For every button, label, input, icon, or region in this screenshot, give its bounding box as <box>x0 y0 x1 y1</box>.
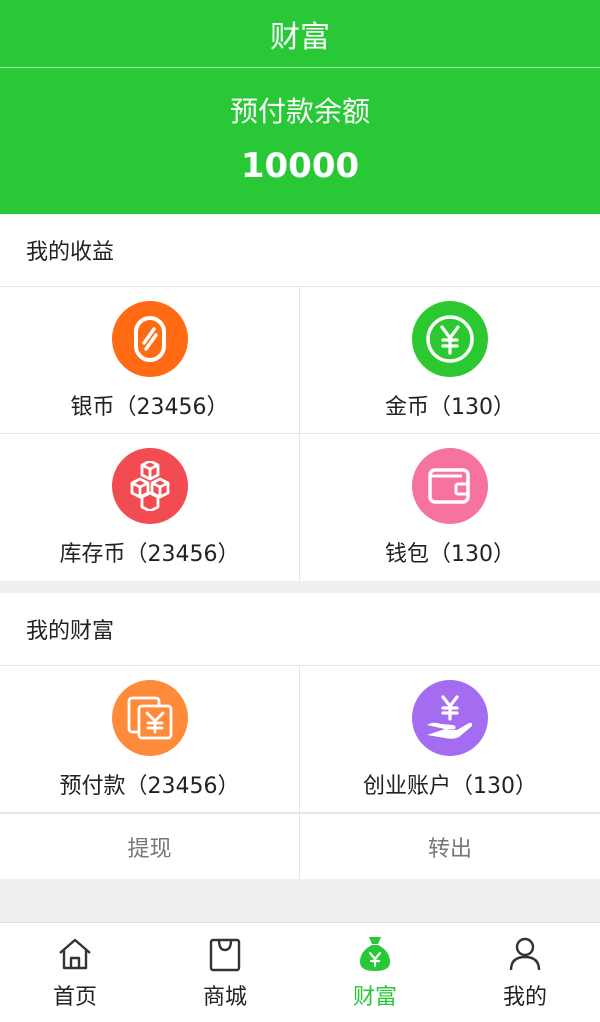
shopping-bag-icon <box>206 935 244 973</box>
bottom-tab-bar: 首页 商城 财富 我的 <box>0 922 600 1022</box>
withdraw-button[interactable]: 提现 <box>0 814 300 879</box>
tab-mine-label: 我的 <box>502 985 547 1010</box>
wallet-label: 钱包（130） <box>385 542 515 567</box>
tab-mall[interactable]: 商城 <box>150 923 300 1022</box>
wealth-section: 我的财富 预付款（23456） 创业账户（130） 提现 转出 <box>0 593 600 879</box>
tab-wealth-label: 财富 <box>352 985 397 1010</box>
prepayment-icon <box>111 680 188 756</box>
wealth-actions: 提现 转出 <box>0 813 600 879</box>
stock-coin-item[interactable]: 库存币（23456） <box>0 434 300 581</box>
stock-boxes-icon <box>111 448 188 524</box>
gold-coin-item[interactable]: 金币（130） <box>300 287 600 434</box>
wealth-page: 财富 预付款余额 10000 我的收益 银币（23456） 金币（130） 库存… <box>0 0 600 1022</box>
transfer-out-button[interactable]: 转出 <box>300 814 600 879</box>
hand-yen-icon <box>412 680 488 756</box>
user-icon <box>506 935 544 973</box>
wealth-title: 我的财富 <box>0 593 600 666</box>
tab-mine[interactable]: 我的 <box>450 923 600 1022</box>
tab-home[interactable]: 首页 <box>0 923 150 1022</box>
tab-wealth[interactable]: 财富 <box>300 923 450 1022</box>
earnings-title: 我的收益 <box>0 214 600 287</box>
startup-account-label: 创业账户（130） <box>363 774 537 799</box>
balance-label: 预付款余额 <box>229 95 370 128</box>
app-header: 财富 <box>0 0 600 68</box>
balance-amount: 10000 <box>240 146 360 186</box>
silver-coin-item[interactable]: 银币（23456） <box>0 287 300 434</box>
money-bag-icon <box>356 935 394 973</box>
page-title: 财富 <box>270 19 330 55</box>
balance-panel: 预付款余额 10000 <box>0 68 600 214</box>
silver-coin-label: 银币（23456） <box>70 395 229 420</box>
gold-coin-yen-icon <box>412 301 488 377</box>
section-divider <box>0 581 600 593</box>
gold-coin-label: 金币（130） <box>385 395 515 420</box>
earnings-section: 我的收益 银币（23456） 金币（130） 库存币（23456） 钱包（130… <box>0 214 600 581</box>
tab-home-label: 首页 <box>52 985 97 1010</box>
prepayment-item[interactable]: 预付款（23456） <box>0 666 300 813</box>
silver-coin-icon <box>111 301 188 377</box>
wallet-item[interactable]: 钱包（130） <box>300 434 600 581</box>
stock-coin-label: 库存币（23456） <box>59 542 240 567</box>
wallet-icon <box>412 448 488 524</box>
prepayment-label: 预付款（23456） <box>59 774 240 799</box>
tab-mall-label: 商城 <box>202 985 247 1010</box>
home-icon <box>56 935 94 973</box>
startup-account-item[interactable]: 创业账户（130） <box>300 666 600 813</box>
